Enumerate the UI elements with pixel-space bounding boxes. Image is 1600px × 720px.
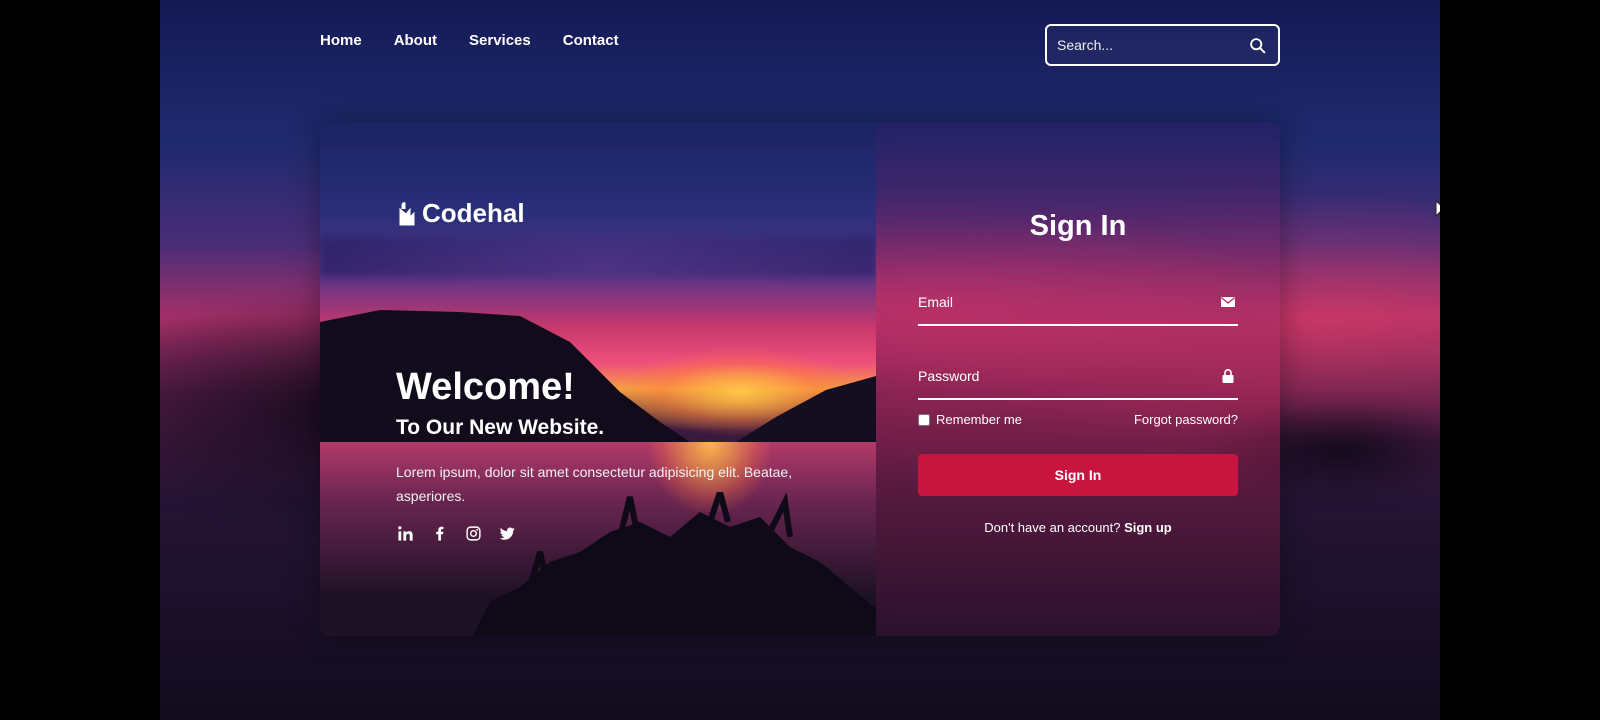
nav-home-link[interactable]: Home [320, 32, 362, 49]
nav-services-link[interactable]: Services [469, 32, 531, 49]
welcome-subtitle: To Our New Website. [396, 416, 605, 439]
login-card: Codehal Welcome! To Our New Website. Lor… [320, 122, 1280, 636]
page-background: Home About Services Contact Search... Co… [160, 0, 1440, 720]
password-field [918, 356, 1238, 400]
nav-about-link[interactable]: About [394, 32, 437, 49]
signup-link[interactable]: Sign up [1124, 520, 1172, 535]
mail-icon [1221, 297, 1235, 307]
social-links [396, 524, 516, 542]
search-input[interactable] [1057, 37, 1246, 53]
linkedin-icon[interactable] [396, 524, 414, 542]
signin-panel: Sign In Remember me Forgot password? Sig… [876, 122, 1280, 636]
facebook-icon[interactable] [430, 524, 448, 542]
remember-label: Remember me [936, 412, 1022, 427]
signin-title: Sign In [1029, 210, 1127, 242]
email-input[interactable] [918, 288, 1203, 316]
password-input[interactable] [918, 362, 1203, 390]
nav-contact-link[interactable]: Contact [563, 32, 619, 49]
remember-checkbox[interactable] [918, 413, 930, 426]
signup-prompt-text: Don't have an account? [984, 520, 1121, 535]
remember-me[interactable]: Remember me [918, 412, 1022, 427]
sky-cloud [320, 237, 876, 277]
welcome-description: Lorem ipsum, dolor sit amet consectetur … [396, 464, 793, 504]
email-field [918, 282, 1238, 326]
lock-icon [1222, 368, 1234, 383]
welcome-heading: Welcome! [396, 366, 575, 408]
form-options: Remember me Forgot password? [918, 412, 1238, 427]
welcome-panel: Codehal Welcome! To Our New Website. Lor… [320, 122, 876, 636]
instagram-icon[interactable] [464, 524, 482, 542]
brand-name: Codehal [422, 198, 525, 228]
signin-button[interactable]: Sign In [918, 454, 1238, 496]
mouse-cursor-icon [1435, 200, 1440, 218]
twitter-icon[interactable] [498, 524, 516, 542]
signup-prompt: Don't have an account? Sign up [876, 520, 1280, 535]
bushes-silhouette [473, 492, 876, 636]
bag-logo-icon [399, 201, 415, 225]
main-nav: Home About Services Contact [320, 32, 619, 49]
forgot-password-link[interactable]: Forgot password? [1134, 412, 1238, 427]
search-box [1045, 24, 1280, 66]
brand-logo[interactable]: Codehal [396, 198, 525, 229]
mountain-right-silhouette [736, 376, 876, 447]
search-icon[interactable] [1246, 34, 1268, 56]
